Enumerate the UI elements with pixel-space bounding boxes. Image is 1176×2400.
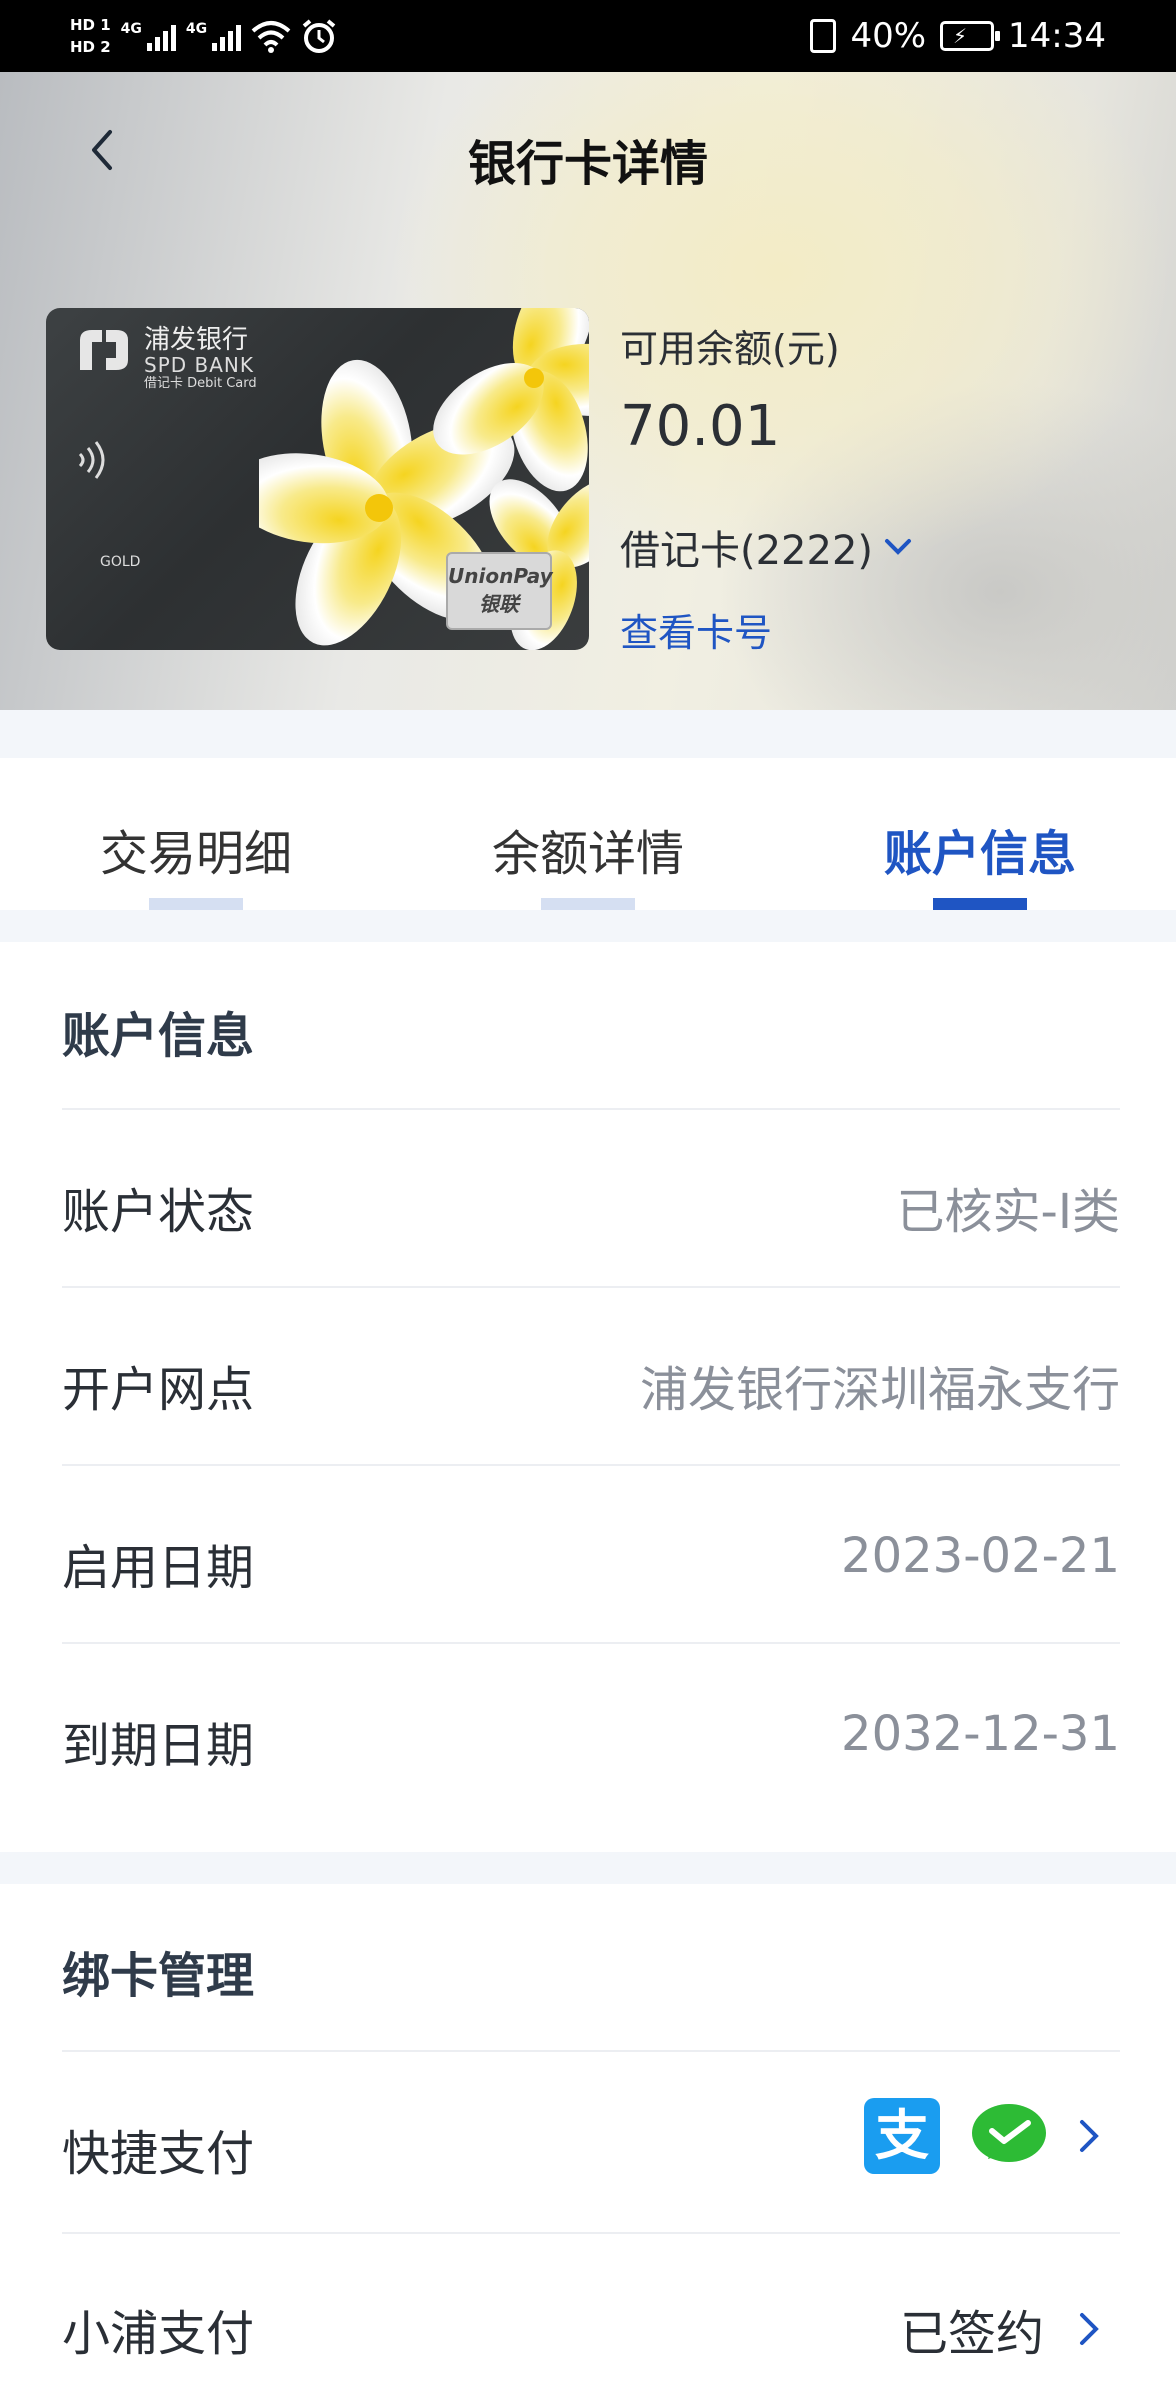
signal-2-icon: 4G: [185, 21, 242, 51]
row-value: 2023-02-21: [841, 1528, 1120, 1584]
row-value: 已核实-I类: [896, 1184, 1120, 1240]
vibrate-icon: [810, 19, 837, 53]
bank-name-en: SPD BANK: [144, 353, 254, 377]
network-1-label: 4G: [120, 21, 142, 37]
tab-label: 交易明细: [99, 826, 292, 882]
card-selector[interactable]: 借记卡(2222): [620, 518, 913, 576]
status-left: HD 1 HD 2 4G 4G: [70, 8, 337, 64]
card-header: 银行卡详情 浦发银行 SPD BANK 借记卡 Debit Card GOLD …: [0, 72, 1176, 710]
card-binding-title: 绑卡管理: [62, 1948, 255, 2004]
unionpay-en: UnionPay: [448, 564, 553, 588]
wifi-icon: [251, 21, 291, 53]
row-value: 浦发银行深圳福永支行: [639, 1362, 1120, 1418]
page-title: 银行卡详情: [467, 136, 708, 192]
card-selector-label: 借记卡(2222): [620, 528, 874, 574]
quick-pay-row[interactable]: 快捷支付 支: [62, 2050, 1120, 2232]
chevron-right-icon: [1080, 2313, 1099, 2345]
battery-percent: 40%: [850, 16, 927, 56]
contactless-icon: [78, 441, 105, 479]
payment-icons: 支: [864, 2098, 1100, 2174]
bank-card-image: 浦发银行 SPD BANK 借记卡 Debit Card GOLD UnionP…: [46, 308, 589, 650]
row-label: 启用日期: [62, 1540, 255, 1596]
tab-transactions[interactable]: 交易明细: [0, 758, 392, 910]
alarm-icon: [302, 19, 336, 53]
balance-label: 可用余额(元): [620, 327, 840, 371]
row-value: 2032-12-31: [841, 1706, 1120, 1762]
tab-label: 账户信息: [883, 826, 1076, 882]
row-label: 账户状态: [62, 1184, 255, 1240]
tab-indicator: [149, 898, 243, 910]
chevron-right-icon: [1080, 2120, 1099, 2152]
expiry-date-row: 到期日期 2032-12-31: [62, 1642, 1120, 1820]
tab-account-info[interactable]: 账户信息: [784, 758, 1176, 910]
battery-icon: ⚡: [940, 21, 1001, 51]
spd-logo-icon: [80, 330, 128, 370]
signal-1-icon: 4G: [121, 21, 176, 51]
hd2-label: HD 2: [70, 38, 111, 56]
status-bar: HD 1 HD 2 4G 4G 40% ⚡ 14:34: [0, 0, 1176, 72]
xiaopu-status: 已签约: [900, 2294, 1100, 2364]
card-type-label: 借记卡 Debit Card: [144, 376, 257, 391]
chevron-down-icon: [885, 539, 912, 555]
row-value: 已签约: [899, 2306, 1044, 2362]
card-binding-section: 绑卡管理 快捷支付 支 小浦支付 已签约: [0, 1884, 1176, 2400]
card-tier: GOLD: [100, 554, 141, 570]
wechat-pay-icon: [972, 2104, 1046, 2162]
activation-date-row: 启用日期 2023-02-21: [62, 1464, 1120, 1642]
clock: 14:34: [1008, 16, 1106, 56]
unionpay-logo: UnionPay 银联: [446, 552, 553, 630]
account-status-row: 账户状态 已核实-I类: [62, 1108, 1120, 1286]
tab-indicator: [541, 898, 635, 910]
tab-indicator: [933, 898, 1027, 910]
tab-balance-details[interactable]: 余额详情: [392, 758, 784, 910]
row-label: 小浦支付: [62, 2306, 255, 2362]
status-right: 40% ⚡ 14:34: [810, 0, 1106, 72]
bank-logo: 浦发银行 SPD BANK 借记卡 Debit Card: [76, 326, 257, 392]
hd-indicators: HD 1 HD 2: [70, 16, 111, 56]
row-label: 开户网点: [62, 1362, 255, 1418]
opening-branch-row: 开户网点 浦发银行深圳福永支行: [62, 1286, 1120, 1464]
balance-value: 70.01: [620, 394, 781, 459]
view-card-number-link[interactable]: 查看卡号: [620, 602, 772, 657]
row-label: 快捷支付: [62, 2126, 255, 2182]
network-2-label: 4G: [185, 21, 208, 37]
hd1-label: HD 1: [70, 16, 111, 34]
row-label: 到期日期: [62, 1718, 255, 1774]
bank-name-cn: 浦发银行: [144, 325, 249, 355]
tab-bar: 交易明细 余额详情 账户信息: [0, 758, 1176, 910]
tab-label: 余额详情: [491, 826, 684, 882]
account-info-section: 账户信息 账户状态 已核实-I类 开户网点 浦发银行深圳福永支行 启用日期 20…: [0, 942, 1176, 1852]
account-info-title: 账户信息: [62, 1008, 255, 1064]
unionpay-cn: 银联: [479, 592, 519, 616]
alipay-icon: 支: [864, 2098, 940, 2174]
xiaopu-pay-row[interactable]: 小浦支付 已签约: [62, 2232, 1120, 2400]
